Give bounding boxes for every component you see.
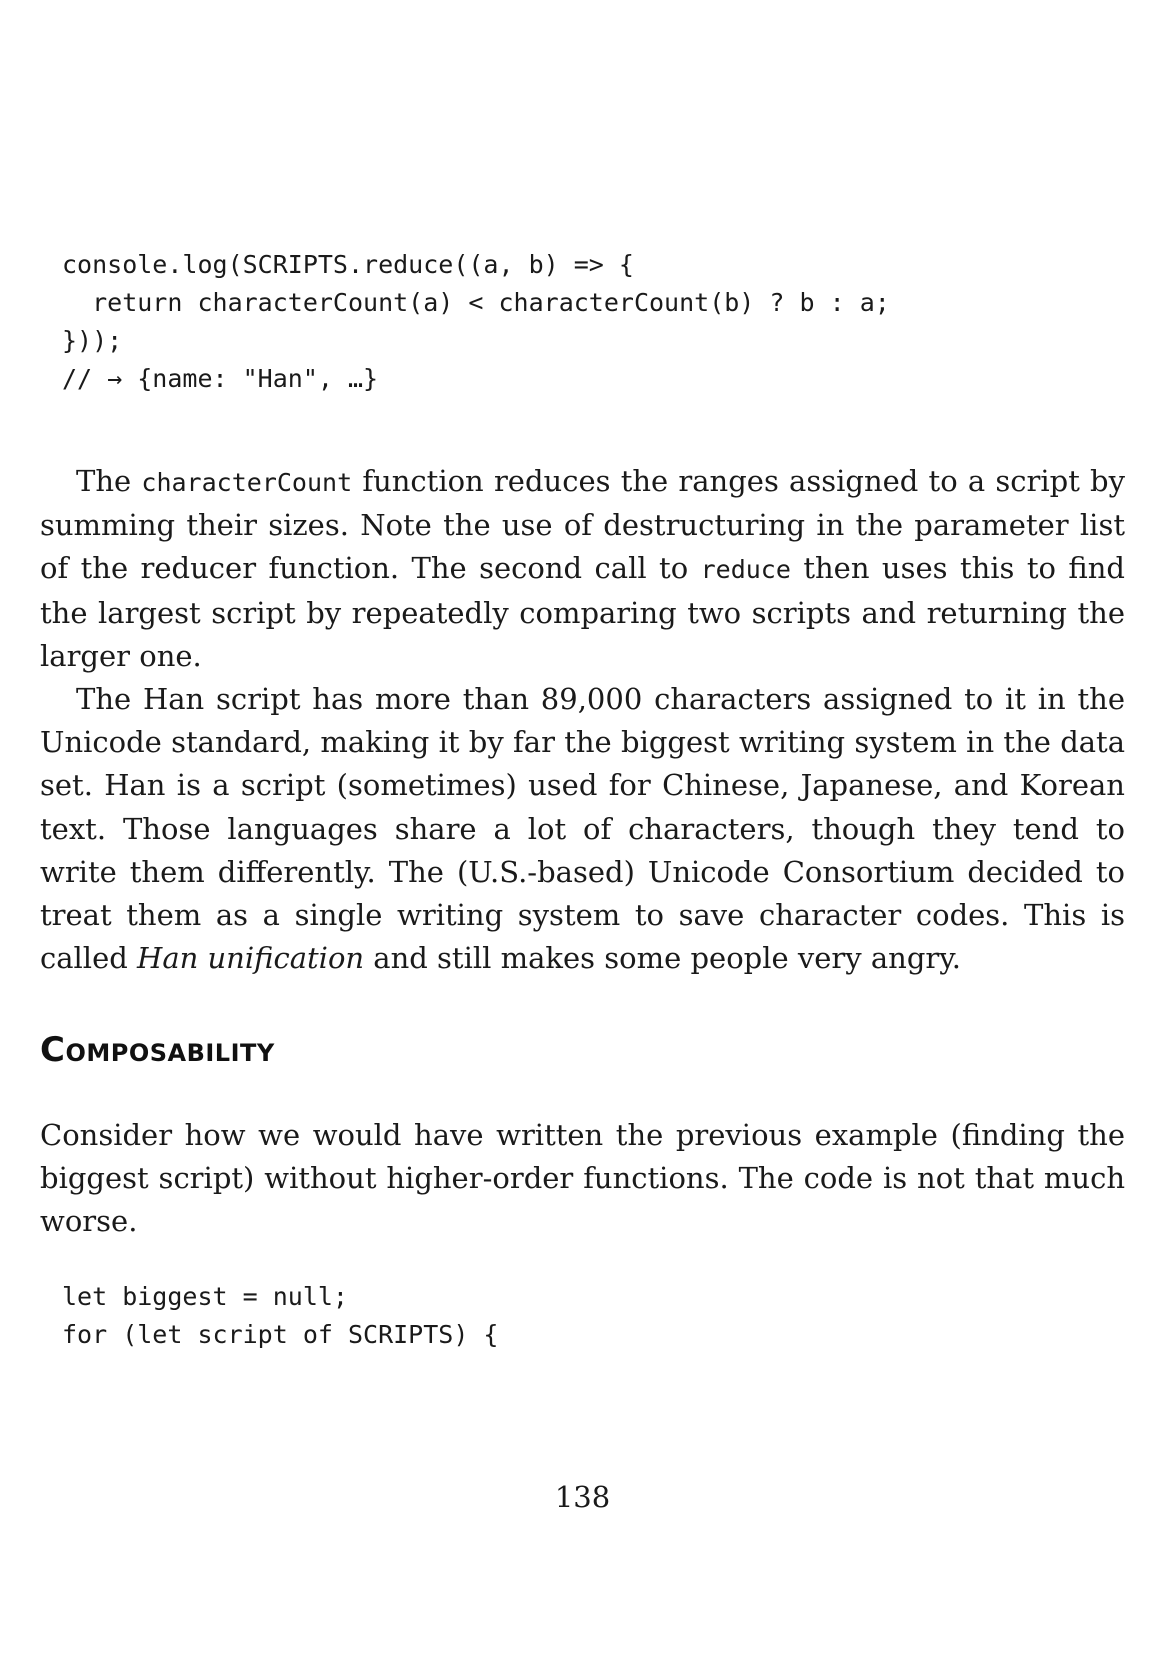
code-line: console.log(SCRIPTS.reduce((a, b) => {: [62, 250, 634, 279]
section-heading: Composability: [40, 1030, 275, 1070]
code-line: let biggest = null;: [62, 1282, 348, 1311]
paragraph-character-count: The characterCount function reduces the …: [40, 460, 1125, 678]
text-run: The: [76, 464, 142, 498]
body-text-section: The characterCount function reduces the …: [40, 460, 1125, 980]
body-text-section: Consider how we would have written the p…: [40, 1114, 1125, 1244]
inline-code: characterCount: [141, 468, 353, 497]
code-line: for (let script of SCRIPTS) {: [62, 1320, 499, 1349]
paragraph-han-script: The Han script has more than 89,000 char…: [40, 678, 1125, 980]
page-number: 138: [554, 1480, 611, 1514]
text-run: and still makes some people very angry.: [364, 941, 962, 976]
code-line: // → {name: "Han", …}: [62, 364, 379, 393]
code-block-reduce: console.log(SCRIPTS.reduce((a, b) => { r…: [62, 246, 890, 398]
text-run: The Han script has more than 89,000 char…: [40, 682, 1125, 976]
code-block-loop: let biggest = null; for (let script of SC…: [62, 1278, 499, 1354]
code-line: }));: [62, 326, 123, 355]
paragraph-consider: Consider how we would have written the p…: [40, 1118, 1125, 1239]
code-line: return characterCount(a) < characterCoun…: [62, 288, 890, 317]
inline-code: reduce: [700, 555, 791, 585]
emphasis-term: Han unification: [137, 941, 365, 976]
